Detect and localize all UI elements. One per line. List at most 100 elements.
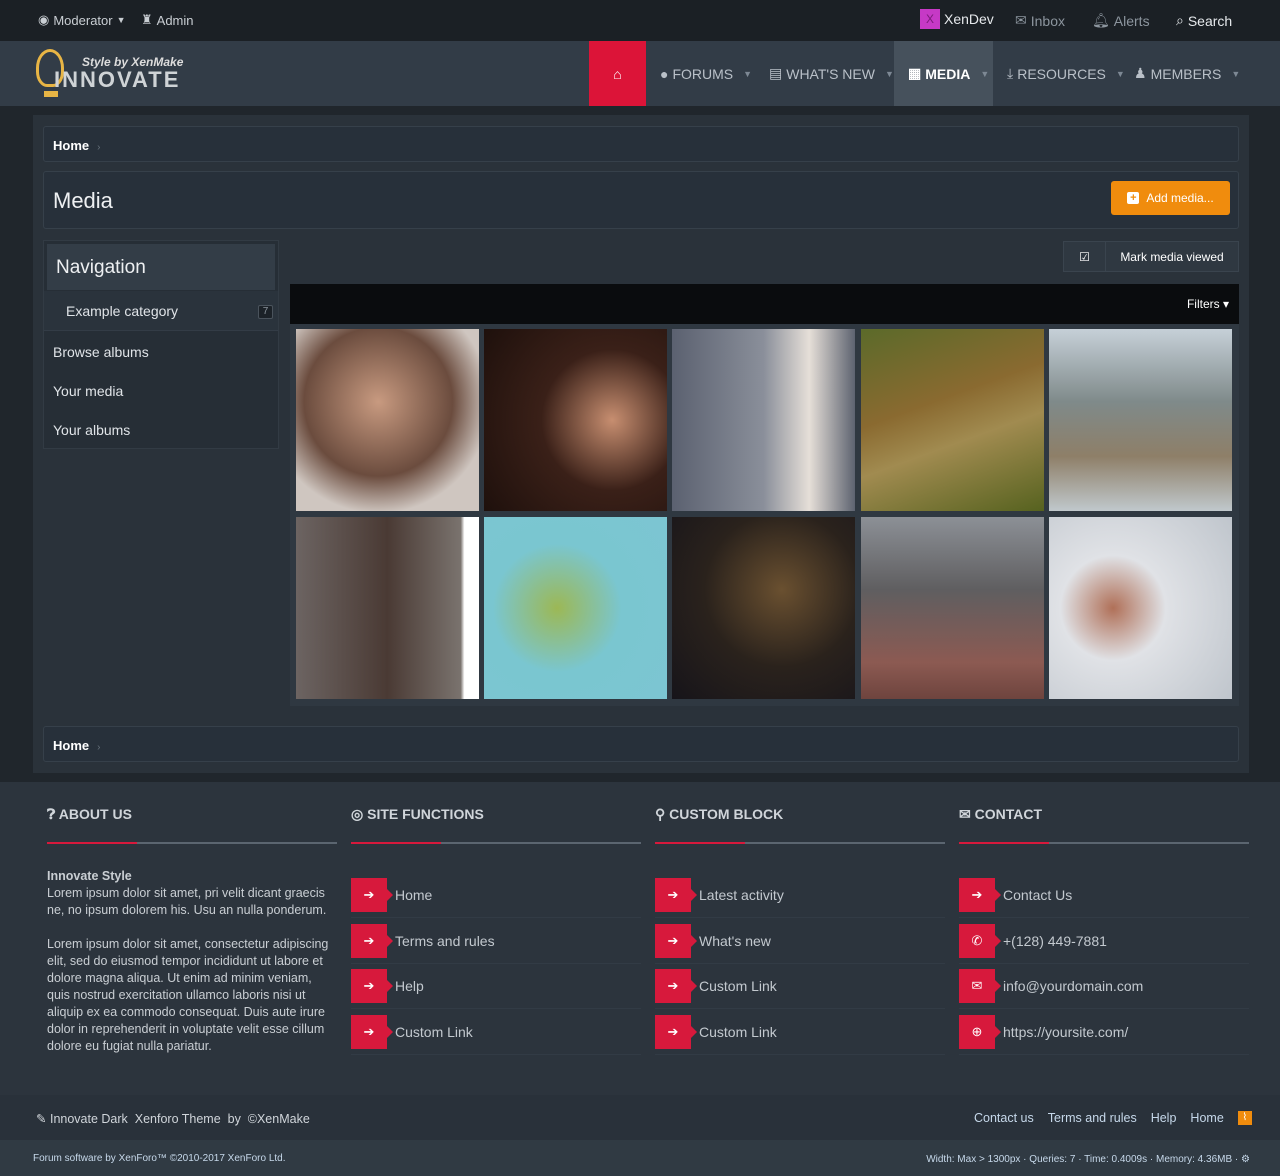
globe-icon: ⊕	[959, 1014, 1001, 1049]
arrow-circle-icon: ➔	[655, 1014, 697, 1049]
divider	[959, 842, 1249, 844]
envelope-icon: ✉	[959, 969, 1001, 1003]
nav-whats-new[interactable]: ▤ WHAT'S NEW ▼	[755, 41, 908, 106]
envelope-icon: ✉	[1015, 12, 1027, 28]
media-thumbnail[interactable]	[861, 517, 1044, 699]
header: Style by XenMake INNOVATE ⌂ ● FORUMS ▼ ▤ WH…	[0, 41, 1280, 106]
footer-link[interactable]: ➔ Home	[351, 873, 641, 918]
sidebar-title: Navigation	[47, 244, 275, 290]
footer-link[interactable]: ➔ Contact Us	[959, 873, 1249, 918]
logo[interactable]: Style by XenMake INNOVATE	[34, 47, 194, 103]
media-thumbnail[interactable]	[296, 517, 479, 699]
life-ring-icon: ◎	[351, 806, 364, 822]
footer-links: Contact us Terms and rules Help Home ⌇	[974, 1111, 1252, 1125]
media-thumbnail[interactable]	[296, 329, 479, 511]
media-thumbnail[interactable]	[672, 517, 855, 699]
nav-members[interactable]: ♟ MEMBERS ▼	[1120, 41, 1254, 106]
nav-forums[interactable]: ● FORUMS ▼	[646, 41, 766, 106]
media-grid	[290, 324, 1239, 706]
footer-link[interactable]: ➔ Custom Link	[655, 964, 945, 1009]
footer-link[interactable]: ⊕ https://yoursite.com/	[959, 1010, 1249, 1055]
sidebar-item-browse-albums[interactable]: Browse albums	[53, 344, 149, 360]
theme-credit[interactable]: ✎ Innovate Dark Xenforo Theme by ©XenMak…	[36, 1111, 310, 1126]
footer: ❓︎ ABOUT US ◎ SITE FUNCTIONS ⚲ CUSTOM BL…	[0, 782, 1280, 1095]
breadcrumb-home[interactable]: Home	[53, 138, 89, 153]
inbox-link[interactable]: ✉ Inbox	[1015, 12, 1065, 29]
arrow-circle-icon: ➔	[655, 969, 697, 1003]
sidebar-item-your-media[interactable]: Your media	[53, 383, 123, 399]
breadcrumb-bottom: Home ›	[43, 726, 1239, 762]
alerts-link[interactable]: 🔔︎ Alerts	[1092, 12, 1150, 29]
admin-icon: ♜	[141, 12, 153, 27]
about-title: ❓︎ ABOUT US	[47, 806, 132, 822]
arrow-circle-icon: ➔	[351, 1014, 393, 1049]
film-icon: ▦	[908, 65, 922, 81]
phone-icon: ✆	[959, 923, 1001, 958]
media-thumbnail[interactable]	[484, 329, 667, 511]
media-thumbnail[interactable]	[484, 517, 667, 699]
divider	[655, 842, 945, 844]
user-circle-icon: ◉	[38, 12, 50, 27]
nav-resources[interactable]: ⤓ RESOURCES ▼	[993, 41, 1139, 106]
about-text: Innovate Style Lorem ipsum dolor sit ame…	[47, 869, 329, 1053]
divider	[47, 842, 337, 844]
footer-link[interactable]: ➔ Help	[351, 964, 641, 1009]
footer-link[interactable]: ✉ info@yourdomain.com	[959, 964, 1249, 1009]
sitemap-icon: ⚲	[655, 806, 666, 822]
footer-link[interactable]: ➔ Terms and rules	[351, 919, 641, 964]
sidebar-navigation: Navigation Example category 7 Browse alb…	[43, 240, 279, 449]
download-icon: ⤓	[1007, 65, 1014, 81]
home-nav-button[interactable]: ⌂	[589, 41, 646, 106]
mark-viewed-button[interactable]: ☑ Mark media viewed	[1063, 241, 1239, 272]
divider	[351, 842, 641, 844]
sidebar-item-example-category[interactable]: Example category 7	[44, 291, 278, 331]
filters-dropdown[interactable]: Filters ▾	[1187, 297, 1229, 311]
search-link[interactable]: ⌕ Search	[1176, 12, 1232, 29]
gear-icon[interactable]: ⚙	[1241, 1154, 1250, 1165]
account-menu[interactable]: X XenDev	[920, 9, 994, 29]
footer-link[interactable]: ➔ Custom Link	[351, 1010, 641, 1055]
contact-title: ✉ CONTACT	[959, 806, 1043, 822]
bell-icon: 🔔︎	[1092, 12, 1110, 28]
media-thumbnail[interactable]	[861, 329, 1044, 511]
footer-link[interactable]: ➔ Latest activity	[655, 873, 945, 918]
footer-link-terms[interactable]: Terms and rules	[1048, 1111, 1137, 1125]
add-media-button[interactable]: + Add media...	[1111, 181, 1230, 215]
breadcrumb-home[interactable]: Home	[53, 738, 89, 753]
media-thumbnail[interactable]	[1049, 517, 1232, 699]
nav-media[interactable]: ▦ MEDIA ▼	[894, 41, 993, 106]
count-badge: 7	[258, 305, 273, 319]
rss-icon[interactable]: ⌇	[1237, 1111, 1252, 1125]
debug-info: Width: Max > 1300px · Queries: 7 · Time:…	[926, 1154, 1250, 1165]
copyright-bar: Forum software by XenForo™ ©2010-2017 Xe…	[0, 1140, 1280, 1176]
media-thumbnail[interactable]	[672, 329, 855, 511]
arrow-circle-icon: ➔	[959, 878, 1001, 912]
footer-link[interactable]: ✆ +(128) 449-7881	[959, 919, 1249, 964]
media-thumbnail[interactable]	[1049, 329, 1232, 511]
search-icon: ⌕	[1176, 12, 1184, 28]
check-square-icon: ☑	[1064, 242, 1106, 271]
footer-link-help[interactable]: Help	[1151, 1111, 1177, 1125]
plus-square-icon: +	[1127, 192, 1140, 204]
content-wrapper: Home › Media + Add media... Navigation Exa…	[33, 115, 1249, 773]
users-icon: ♟	[1134, 65, 1147, 81]
arrow-circle-icon: ➔	[351, 923, 393, 958]
page-header: Media + Add media...	[43, 171, 1239, 229]
footer-link[interactable]: ➔ What's new	[655, 919, 945, 964]
avatar: X	[920, 9, 940, 29]
top-bar: ◉ Moderator ▼ ♜ Admin X XenDev ✉ Inbox 🔔︎ Aler…	[0, 0, 1280, 41]
admin-link[interactable]: ♜ Admin	[141, 12, 194, 28]
arrow-circle-icon: ➔	[655, 878, 697, 912]
arrow-circle-icon: ➔	[351, 969, 393, 1003]
footer-link[interactable]: ➔ Custom Link	[655, 1010, 945, 1055]
copyright[interactable]: Forum software by XenForo™ ©2010-2017 Xe…	[33, 1153, 286, 1164]
breadcrumb: Home ›	[43, 126, 1239, 162]
footer-link-home[interactable]: Home	[1190, 1111, 1223, 1125]
custom-block-title: ⚲ CUSTOM BLOCK	[655, 806, 784, 822]
logo-name: INNOVATE	[54, 67, 181, 92]
sidebar-item-your-albums[interactable]: Your albums	[53, 422, 130, 438]
moderator-menu[interactable]: ◉ Moderator ▼	[38, 12, 126, 28]
brush-icon: ✎	[36, 1112, 47, 1126]
filter-bar: Filters ▾	[290, 284, 1239, 324]
footer-link-contact[interactable]: Contact us	[974, 1111, 1034, 1125]
